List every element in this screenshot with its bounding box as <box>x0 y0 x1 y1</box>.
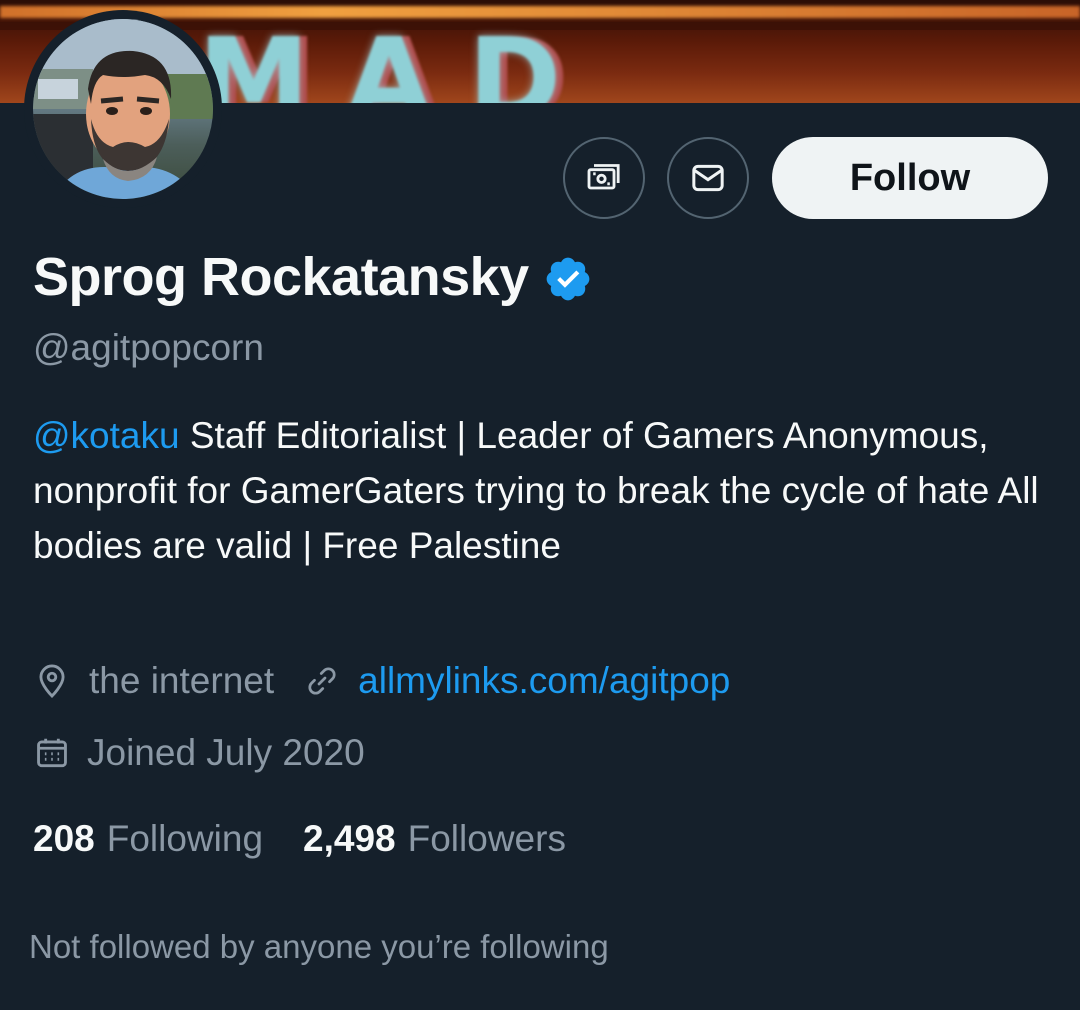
display-name: Sprog Rockatansky <box>33 247 529 307</box>
verified-badge-icon[interactable] <box>543 254 593 304</box>
location-pin-icon <box>39 664 65 699</box>
profile-header: MAD Follow Sprog Rockatansky @agitpopcor… <box>0 0 1080 1010</box>
link-icon <box>308 667 336 695</box>
followers-label[interactable]: Followers <box>408 818 566 860</box>
avatar-image <box>33 19 213 199</box>
website-link[interactable]: allmylinks.com/agitpop <box>358 660 730 702</box>
user-handle: @agitpopcorn <box>33 327 264 368</box>
social-context-text: Not followed by anyone you’re following <box>29 928 609 965</box>
joined-date: Joined July 2020 <box>87 732 365 773</box>
follow-stats: 208 Following 2,498 Followers <box>33 818 566 860</box>
location-text: the internet <box>89 660 275 701</box>
followers-count[interactable]: 2,498 <box>303 818 396 860</box>
calendar-icon <box>37 738 67 768</box>
mail-icon <box>692 164 724 192</box>
avatar[interactable] <box>24 10 222 208</box>
bio-mention-link[interactable]: @kotaku <box>33 415 180 456</box>
money-icon <box>587 164 620 190</box>
following-count[interactable]: 208 <box>33 818 95 860</box>
message-button[interactable] <box>667 137 749 219</box>
profile-meta-row: the internet allmylinks.com/agitpop <box>33 660 730 702</box>
joined-row: Joined July 2020 <box>33 732 365 774</box>
subscribe-button[interactable] <box>563 137 645 219</box>
avatar-illustration <box>33 19 213 199</box>
follow-button[interactable]: Follow <box>772 137 1048 219</box>
profile-bio: @kotaku Staff Editorialist | Leader of G… <box>33 408 1043 573</box>
following-label[interactable]: Following <box>107 818 263 860</box>
banner-text: MAD <box>198 15 598 103</box>
name-row: Sprog Rockatansky <box>33 246 593 308</box>
bio-text: Staff Editorialist | Leader of Gamers An… <box>33 415 1039 566</box>
